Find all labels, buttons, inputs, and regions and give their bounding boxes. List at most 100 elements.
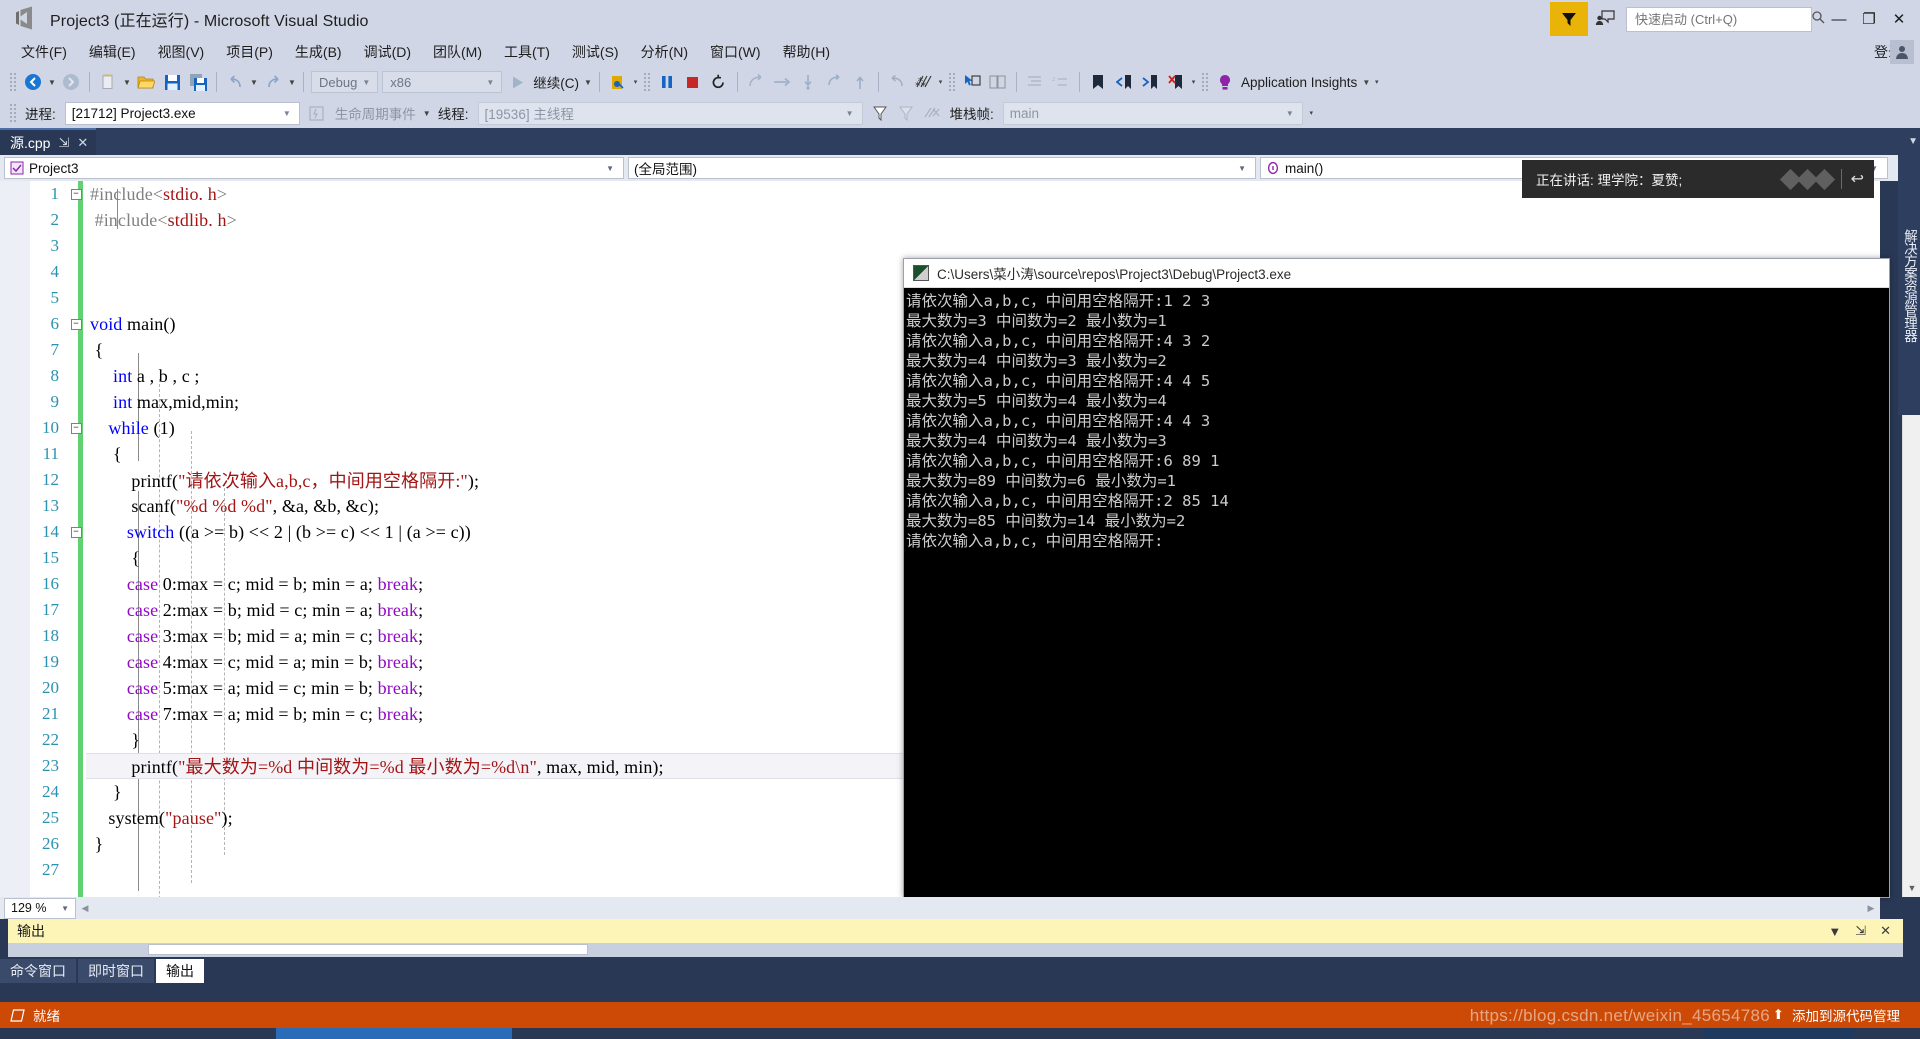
fold-toggle[interactable]: − [68, 526, 84, 538]
scroll-right-button[interactable]: ▶ [1862, 899, 1880, 917]
application-insights-dropdown[interactable]: ▼ [1360, 69, 1372, 95]
navigate-back-dropdown[interactable]: ▼ [46, 69, 58, 95]
solution-platform-combo[interactable]: x86 ▼ [382, 71, 503, 93]
compare-icon[interactable] [985, 69, 1011, 95]
scroll-left-button[interactable]: ◀ [76, 899, 94, 917]
menu-test[interactable]: 测试(S) [561, 39, 630, 65]
fold-toggle[interactable]: − [68, 318, 84, 330]
status-bar-right[interactable]: ⬆ 添加到源代码管理 [1773, 1005, 1920, 1025]
lifecycle-dropdown[interactable]: ▼ [421, 100, 433, 126]
debug-location-grip[interactable] [9, 103, 17, 123]
speaking-notification-toast[interactable]: 正在讲话: 理学院：夏赞; ↩ [1522, 160, 1874, 198]
new-item-icon[interactable] [95, 69, 121, 95]
toolbar-overflow-2[interactable]: ▾ [936, 69, 945, 95]
lifecycle-events-icon[interactable] [304, 100, 330, 126]
console-window[interactable]: C:\Users\菜小涛\source\repos\Project3\Debug… [903, 258, 1890, 898]
pointer-select-icon[interactable] [959, 69, 985, 95]
toolbar-overflow-1[interactable]: ▾ [631, 69, 640, 95]
menu-tools[interactable]: 工具(T) [493, 39, 561, 65]
application-insights-icon[interactable] [1212, 69, 1238, 95]
minimize-button[interactable]: — [1824, 0, 1854, 38]
account-avatar-icon[interactable] [1890, 40, 1914, 64]
menu-debug[interactable]: 调试(D) [353, 39, 422, 65]
console-title-bar[interactable]: C:\Users\菜小涛\source\repos\Project3\Debug… [904, 259, 1889, 288]
tab-command-window[interactable]: 命令窗口 [0, 959, 76, 983]
undo-dropdown[interactable]: ▼ [248, 69, 260, 95]
menu-build[interactable]: 生成(B) [284, 39, 353, 65]
hexadecimal-display-icon[interactable]: ⁂ [910, 69, 936, 95]
menu-view[interactable]: 视图(V) [147, 39, 216, 65]
undo-icon[interactable] [222, 69, 248, 95]
stop-icon[interactable] [680, 69, 706, 95]
toolbar-overflow-3[interactable]: ▾ [1189, 69, 1198, 95]
revert-icon[interactable] [884, 69, 910, 95]
close-button[interactable]: ✕ [1884, 0, 1914, 38]
feedback-funnel-icon[interactable] [1550, 2, 1588, 36]
pin-icon[interactable]: ⇲ [1855, 923, 1866, 939]
add-to-source-control-label[interactable]: 添加到源代码管理 [1792, 1005, 1900, 1025]
flag-icon[interactable] [867, 100, 893, 126]
step-up-icon[interactable] [847, 69, 873, 95]
restart-icon[interactable] [706, 69, 732, 95]
maximize-button[interactable]: ❐ [1854, 0, 1884, 38]
insights-toolbar-grip[interactable] [1200, 72, 1209, 92]
reply-arrow-icon[interactable]: ↩ [1851, 169, 1864, 189]
toolbar-grip[interactable] [9, 72, 17, 92]
quick-launch-box[interactable] [1626, 6, 1825, 32]
redo-icon[interactable] [260, 69, 286, 95]
toolbar-overflow-4[interactable]: ▾ [1372, 69, 1381, 95]
pin-icon[interactable]: ⇲ [58, 135, 69, 151]
menu-edit[interactable]: 编辑(E) [78, 39, 147, 65]
zoom-level-combo[interactable]: 129 % ▼ [4, 897, 76, 919]
continue-dropdown[interactable]: ▼ [582, 69, 594, 95]
save-icon[interactable] [159, 69, 185, 95]
debug-toolbar-grip[interactable] [642, 72, 651, 92]
lifecycle-events-label[interactable]: 生命周期事件 [330, 103, 421, 123]
solution-explorer-tab[interactable]: 解决方案资源管理器 [1898, 155, 1920, 415]
step-out-icon[interactable] [821, 69, 847, 95]
step-into-icon[interactable] [795, 69, 821, 95]
menu-file[interactable]: 文件(F) [10, 39, 78, 65]
project-selector-combo[interactable]: Project3 ▼ [4, 157, 624, 179]
process-combo[interactable]: [21712] Project3.exe ▼ [64, 101, 300, 125]
redo-dropdown[interactable]: ▼ [286, 69, 298, 95]
close-icon[interactable]: ✕ [1880, 923, 1891, 939]
list-icon[interactable]: 2 [1048, 69, 1074, 95]
open-folder-icon[interactable] [133, 69, 159, 95]
send-feedback-icon[interactable] [1588, 2, 1622, 36]
next-bookmark-icon[interactable] [1137, 69, 1163, 95]
stackframe-combo[interactable]: main ▼ [1002, 101, 1303, 125]
menu-analyze[interactable]: 分析(N) [630, 39, 699, 65]
pause-icon[interactable] [654, 69, 680, 95]
application-insights-label[interactable]: Application Insights [1238, 75, 1360, 90]
menu-team[interactable]: 团队(M) [422, 39, 493, 65]
step-over-icon[interactable] [769, 69, 795, 95]
new-item-dropdown[interactable]: ▼ [121, 69, 133, 95]
fold-toggle[interactable]: − [68, 422, 84, 434]
save-all-icon[interactable] [185, 69, 211, 95]
text-editor-toolbar-grip[interactable] [947, 72, 956, 92]
indent-icon[interactable] [1022, 69, 1048, 95]
code-line[interactable]: 3 [0, 233, 1880, 259]
bookmark-icon[interactable] [1085, 69, 1111, 95]
quick-launch-input[interactable] [1635, 11, 1811, 27]
thread-combo[interactable]: [19536] 主线程 ▼ [477, 101, 863, 125]
solution-explorer-caret[interactable]: ▼ [1908, 136, 1918, 147]
tab-immediate-window[interactable]: 即时窗口 [78, 959, 154, 983]
scroll-down-button[interactable]: ▼ [1903, 879, 1920, 897]
output-source-combo[interactable] [148, 944, 588, 955]
menu-help[interactable]: 帮助(H) [772, 39, 841, 65]
tab-output[interactable]: 输出 [156, 959, 204, 983]
code-line[interactable]: 2 #include<stdlib. h> [0, 207, 1880, 233]
editor-horizontal-scrollbar[interactable]: 129 % ▼ ◀ ▶ [0, 897, 1880, 919]
close-icon[interactable]: ✕ [77, 135, 88, 151]
menu-project[interactable]: 项目(P) [215, 39, 284, 65]
thread-filter-icon[interactable] [893, 100, 919, 126]
show-next-statement-icon[interactable] [743, 69, 769, 95]
previous-bookmark-icon[interactable] [1111, 69, 1137, 95]
breakpoint-icon[interactable] [605, 69, 631, 95]
debugbar-overflow[interactable]: ▾ [1307, 100, 1316, 126]
menu-window[interactable]: 窗口(W) [699, 39, 772, 65]
continue-button[interactable]: 继续(C) [530, 72, 582, 92]
thread-filter-clear-icon[interactable] [919, 100, 945, 126]
